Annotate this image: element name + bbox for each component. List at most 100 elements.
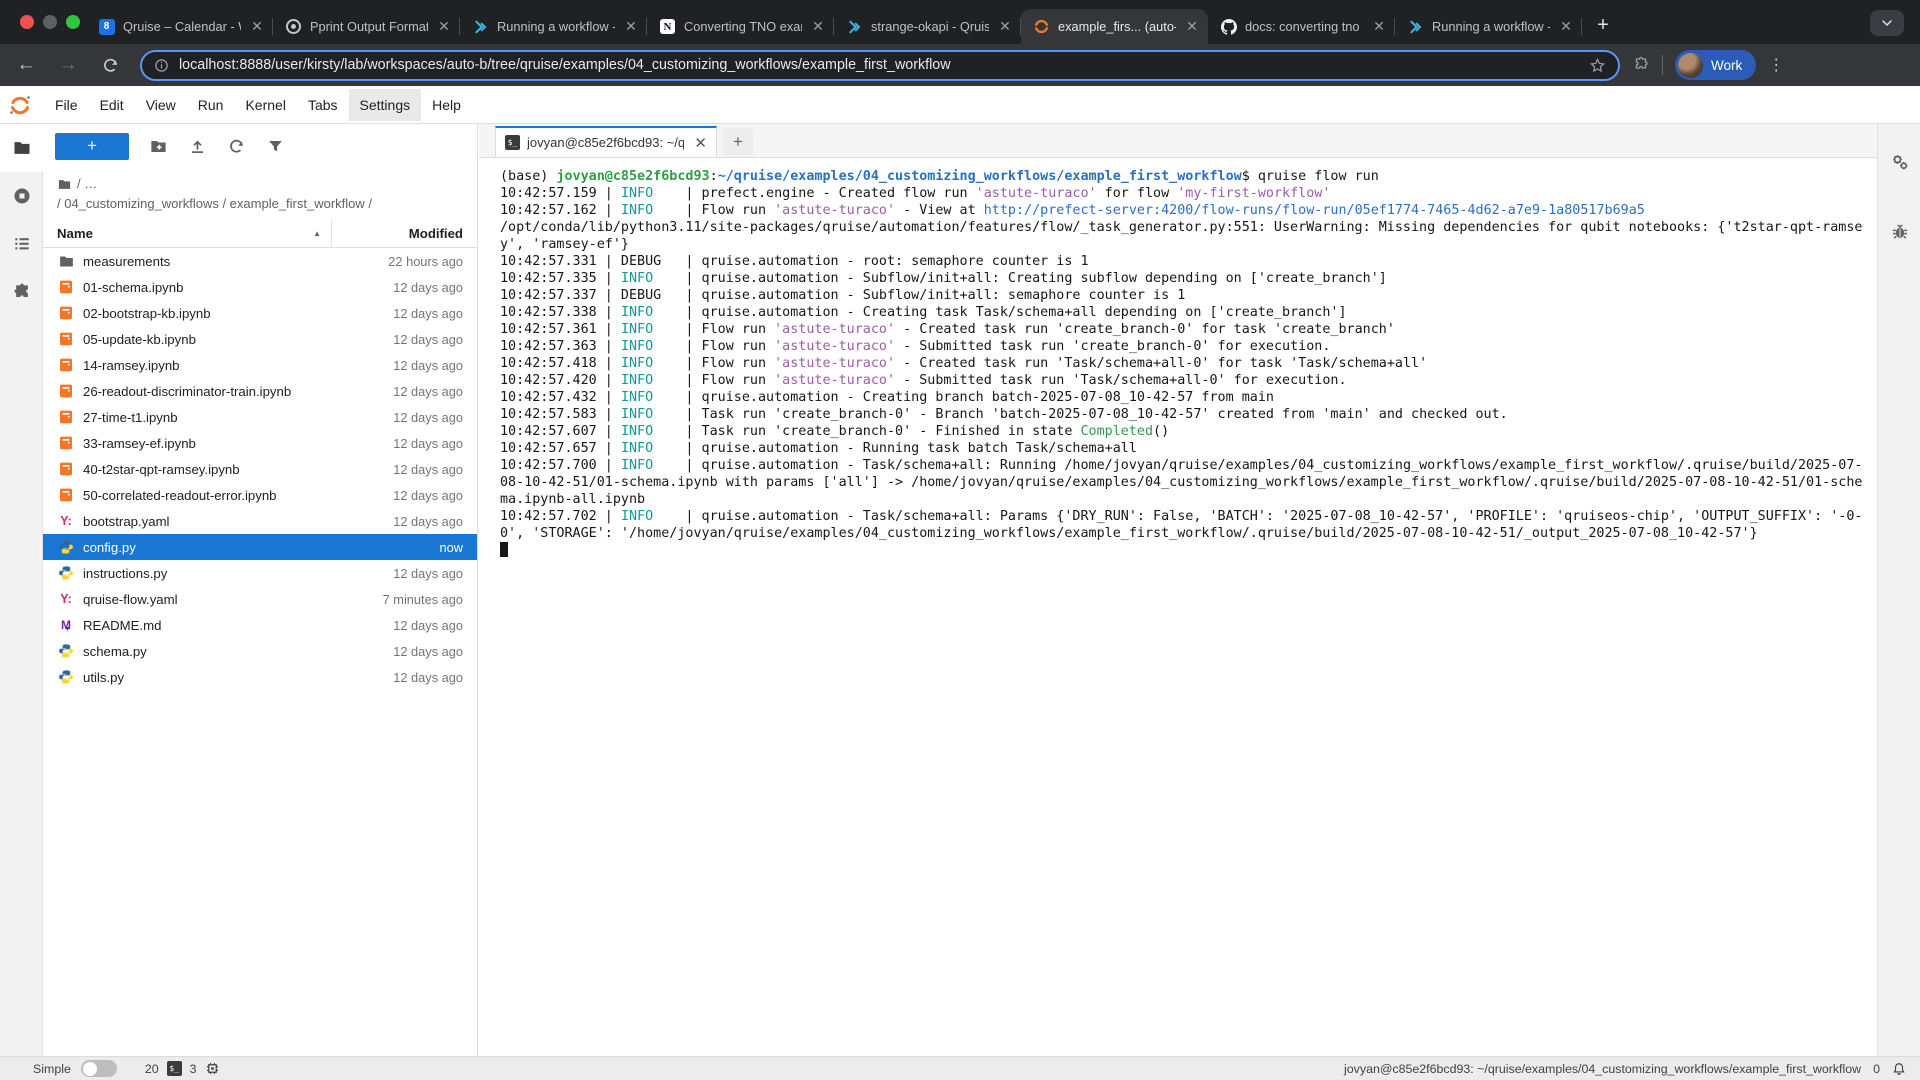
window-close-button[interactable] bbox=[20, 15, 34, 29]
file-name: qruise-flow.yaml bbox=[83, 592, 327, 607]
menu-run[interactable]: Run bbox=[187, 89, 235, 121]
browser-tab-8[interactable]: Running a workflow - Qru✕ bbox=[1395, 9, 1582, 44]
notification-bell-icon[interactable] bbox=[1892, 1062, 1906, 1076]
python-file-icon bbox=[57, 564, 75, 582]
upload-icon[interactable] bbox=[188, 137, 207, 156]
menu-help[interactable]: Help bbox=[421, 89, 472, 121]
file-row-05-update-kb.ipynb[interactable]: 05-update-kb.ipynb12 days ago bbox=[43, 326, 477, 352]
file-row-01-schema.ipynb[interactable]: 01-schema.ipynb12 days ago bbox=[43, 274, 477, 300]
tab-search-button[interactable] bbox=[1870, 10, 1904, 36]
breadcrumb-path[interactable]: / 04_customizing_workflows / example_fir… bbox=[57, 194, 372, 214]
bookmark-star-icon[interactable] bbox=[1589, 57, 1606, 74]
site-info-icon[interactable] bbox=[154, 58, 169, 73]
file-row-README.md[interactable]: M▼README.md12 days ago bbox=[43, 612, 477, 638]
new-dock-tab-button[interactable]: + bbox=[723, 128, 753, 155]
new-tab-button[interactable]: + bbox=[1588, 10, 1618, 40]
refresh-icon[interactable] bbox=[227, 137, 246, 156]
tab-close-icon[interactable]: ✕ bbox=[249, 19, 265, 35]
menu-kernel[interactable]: Kernel bbox=[234, 89, 296, 121]
window-zoom-button[interactable] bbox=[66, 15, 80, 29]
terminal-line: ma.ipynb-all.ipynb bbox=[500, 491, 1893, 508]
reload-button[interactable] bbox=[94, 49, 126, 81]
browser-tab-2[interactable]: Pprint Output Formatting✕ bbox=[273, 9, 460, 44]
file-row-bootstrap.yaml[interactable]: Y:bootstrap.yaml12 days ago bbox=[43, 508, 477, 534]
terminal-line: 08-10-42-51/01-schema.ipynb with params … bbox=[500, 474, 1893, 491]
file-row-33-ramsey-ef.ipynb[interactable]: 33-ramsey-ef.ipynb12 days ago bbox=[43, 430, 477, 456]
file-row-50-correlated-readout-error.ipynb[interactable]: 50-correlated-readout-error.ipynb12 days… bbox=[43, 482, 477, 508]
tab-close-icon[interactable]: ✕ bbox=[623, 19, 639, 35]
file-modified: 7 minutes ago bbox=[327, 592, 477, 607]
terminal-tab[interactable]: $_ jovyan@c85e2f6bcd93: ~/q ✕ bbox=[495, 126, 717, 157]
tab-close-icon[interactable]: ✕ bbox=[436, 19, 452, 35]
extension-manager-icon[interactable] bbox=[0, 268, 43, 316]
chrome-menu-icon[interactable]: ⋮ bbox=[1768, 55, 1784, 75]
column-modified[interactable]: Modified bbox=[332, 226, 477, 241]
file-row-utils.py[interactable]: utils.py12 days ago bbox=[43, 664, 477, 690]
new-launcher-button[interactable]: + bbox=[55, 133, 129, 160]
menu-view[interactable]: View bbox=[135, 89, 187, 121]
terminal-line: 10:42:57.363 | INFO | Flow run 'astute-t… bbox=[500, 338, 1893, 355]
file-row-02-bootstrap-kb.ipynb[interactable]: 02-bootstrap-kb.ipynb12 days ago bbox=[43, 300, 477, 326]
tab-close-icon[interactable]: ✕ bbox=[810, 19, 826, 35]
menu-tabs[interactable]: Tabs bbox=[297, 89, 349, 121]
tab-close-icon[interactable]: ✕ bbox=[1184, 19, 1200, 35]
file-name: README.md bbox=[83, 618, 327, 633]
file-browser-tab-icon[interactable] bbox=[0, 124, 43, 172]
toolbar-divider bbox=[1662, 55, 1663, 75]
file-row-measurements[interactable]: measurements22 hours ago bbox=[43, 248, 477, 274]
file-row-schema.py[interactable]: schema.py12 days ago bbox=[43, 638, 477, 664]
running-kernels-icon[interactable] bbox=[0, 172, 43, 220]
new-folder-icon[interactable] bbox=[149, 137, 168, 156]
table-of-contents-icon[interactable] bbox=[0, 220, 43, 268]
terminal-tab-close-icon[interactable]: ✕ bbox=[691, 134, 710, 152]
terminal-output[interactable]: (base) jovyan@c85e2f6bcd93:~/qruise/exam… bbox=[479, 159, 1893, 1056]
menu-edit[interactable]: Edit bbox=[89, 89, 135, 121]
file-row-instructions.py[interactable]: instructions.py12 days ago bbox=[43, 560, 477, 586]
notification-count: 0 bbox=[1873, 1062, 1880, 1076]
browser-tab-6[interactable]: example_firs... (auto-b) -✕ bbox=[1021, 9, 1208, 44]
browser-tab-5[interactable]: strange-okapi - Qruise Da✕ bbox=[834, 9, 1021, 44]
file-name: utils.py bbox=[83, 670, 327, 685]
browser-tab-7[interactable]: docs: converting tno exa✕ bbox=[1208, 9, 1395, 44]
markdown-file-icon: M▼ bbox=[57, 616, 75, 634]
filter-icon[interactable] bbox=[266, 137, 285, 156]
browser-tab-3[interactable]: Running a workflow - Qru✕ bbox=[460, 9, 647, 44]
breadcrumb-root[interactable]: / … bbox=[77, 174, 97, 194]
terminal-count: 20 bbox=[145, 1062, 159, 1076]
file-name: 14-ramsey.ipynb bbox=[83, 358, 327, 373]
tab-close-icon[interactable]: ✕ bbox=[997, 19, 1013, 35]
debugger-icon[interactable] bbox=[1878, 208, 1920, 256]
status-current-path: jovyan@c85e2f6bcd93: ~/qruise/examples/0… bbox=[1344, 1062, 1861, 1076]
url-text[interactable]: localhost:8888/user/kirsty/lab/workspace… bbox=[179, 57, 1589, 73]
tab-close-icon[interactable]: ✕ bbox=[1371, 19, 1387, 35]
extensions-icon[interactable] bbox=[1632, 56, 1650, 74]
property-inspector-icon[interactable] bbox=[1878, 138, 1920, 186]
simple-mode-toggle[interactable] bbox=[81, 1060, 117, 1077]
back-button[interactable]: ← bbox=[10, 49, 42, 81]
python-file-icon bbox=[57, 642, 75, 660]
tab-close-icon[interactable]: ✕ bbox=[1558, 19, 1574, 35]
file-modified: 12 days ago bbox=[327, 644, 477, 659]
file-row-26-readout-discriminator-train.ipynb[interactable]: 26-readout-discriminator-train.ipynb12 d… bbox=[43, 378, 477, 404]
file-row-config.py[interactable]: config.pynow bbox=[43, 534, 477, 560]
browser-tab-1[interactable]: 8Qruise – Calendar - Week✕ bbox=[86, 9, 273, 44]
column-name[interactable]: Name ▲ bbox=[43, 226, 331, 241]
yaml-file-icon: Y: bbox=[57, 512, 75, 530]
kernel-terminal-counts[interactable]: 20 $_ 3 bbox=[145, 1061, 220, 1076]
file-row-14-ramsey.ipynb[interactable]: 14-ramsey.ipynb12 days ago bbox=[43, 352, 477, 378]
browser-tab-4[interactable]: NConverting TNO example✕ bbox=[647, 9, 834, 44]
terminal-line: 10:42:57.338 | INFO | qruise.automation … bbox=[500, 304, 1893, 321]
profile-chip[interactable]: Work bbox=[1675, 50, 1756, 80]
terminal-line: 10:42:57.583 | INFO | Task run 'create_b… bbox=[500, 406, 1893, 423]
forward-button[interactable]: → bbox=[52, 49, 84, 81]
menu-settings[interactable]: Settings bbox=[349, 89, 422, 121]
file-modified: 12 days ago bbox=[327, 410, 477, 425]
notebook-file-icon bbox=[57, 330, 75, 348]
address-bar[interactable]: localhost:8888/user/kirsty/lab/workspace… bbox=[140, 50, 1620, 81]
menu-file[interactable]: File bbox=[44, 89, 89, 121]
file-row-qruise-flow.yaml[interactable]: Y:qruise-flow.yaml7 minutes ago bbox=[43, 586, 477, 612]
breadcrumb[interactable]: / … / 04_customizing_workflows / example… bbox=[43, 168, 477, 216]
file-row-40-t2star-qpt-ramsey.ipynb[interactable]: 40-t2star-qpt-ramsey.ipynb12 days ago bbox=[43, 456, 477, 482]
window-minimize-button[interactable] bbox=[43, 15, 57, 29]
file-row-27-time-t1.ipynb[interactable]: 27-time-t1.ipynb12 days ago bbox=[43, 404, 477, 430]
